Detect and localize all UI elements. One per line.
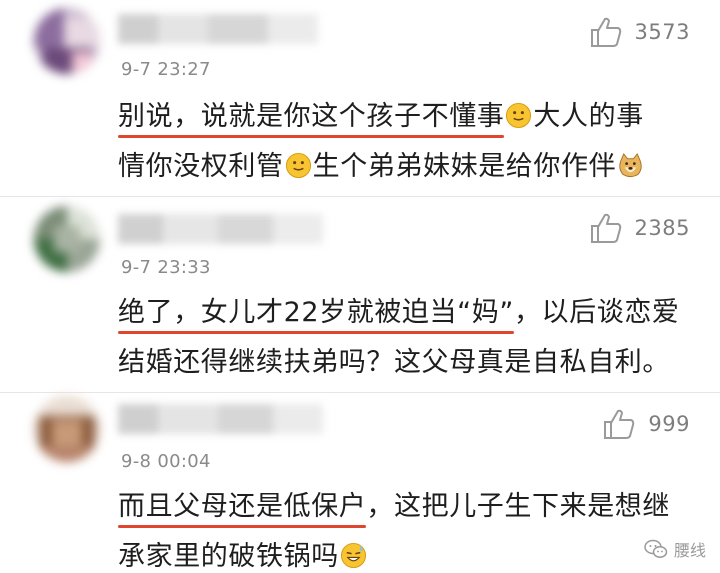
- comment-item: 2385 9-7 23:33 绝了，女儿才22岁就被迫当“妈” ，以后谈恋爱 结婚…: [0, 196, 720, 392]
- thumbs-up-icon: [604, 409, 635, 439]
- comment-text: 而且父母还是低保户 ，这把儿子生下来是想继 承家里的破铁锅吗: [118, 491, 671, 572]
- comment-item: 999 9-8 00:04 而且父母还是低保户 ，这把儿子生下来是想继 承家里的破…: [0, 392, 720, 573]
- like-count: 999: [648, 412, 690, 436]
- thumbs-up-icon: [590, 213, 621, 243]
- comment-item: 3573 9-7 23:27 别说，说就是你这个孩子不懂事 大人的事 情你没权利管…: [0, 0, 720, 196]
- red-underline: [118, 331, 514, 334]
- smile-emoji-icon: [285, 152, 311, 179]
- highlighted-phrase: 而且父母还是低保户: [118, 491, 367, 528]
- red-underline: [118, 135, 505, 138]
- avatar[interactable]: [34, 8, 100, 74]
- like-count: 3573: [634, 20, 690, 44]
- doge-emoji-icon: [619, 152, 642, 178]
- like-button[interactable]: 2385: [589, 212, 690, 244]
- comment-timestamp: 9-8 00:04: [121, 451, 211, 472]
- thumbs-up-icon: [590, 17, 621, 47]
- username-redacted[interactable]: [118, 404, 323, 434]
- comment-text: 绝了，女儿才22岁就被迫当“妈” ，以后谈恋爱 结婚还得继续扶弟吗？这父母真是自私…: [118, 297, 680, 378]
- red-underline: [118, 525, 367, 528]
- like-button[interactable]: 3573: [589, 16, 690, 48]
- comment-timestamp: 9-7 23:27: [121, 59, 211, 80]
- watermark-label: 腰线: [673, 541, 706, 560]
- sweat-smile-emoji-icon: [340, 542, 366, 569]
- username-redacted[interactable]: [118, 14, 318, 44]
- like-button[interactable]: 999: [602, 408, 690, 440]
- avatar[interactable]: [34, 206, 100, 272]
- highlighted-phrase: 别说，说就是你这个孩子不懂事: [118, 101, 505, 138]
- wechat-icon: [644, 539, 668, 558]
- comment-timestamp: 9-7 23:33: [121, 257, 211, 278]
- watermark: 腰线: [644, 537, 706, 561]
- avatar[interactable]: [34, 396, 100, 462]
- username-redacted[interactable]: [118, 214, 323, 244]
- highlighted-phrase: 绝了，女儿才22岁就被迫当“妈”: [118, 297, 514, 334]
- like-count: 2385: [634, 216, 690, 240]
- comment-text: 别说，说就是你这个孩子不懂事 大人的事 情你没权利管 生个弟弟妹妹是给你作伴: [118, 101, 644, 182]
- smile-emoji-icon: [506, 102, 532, 129]
